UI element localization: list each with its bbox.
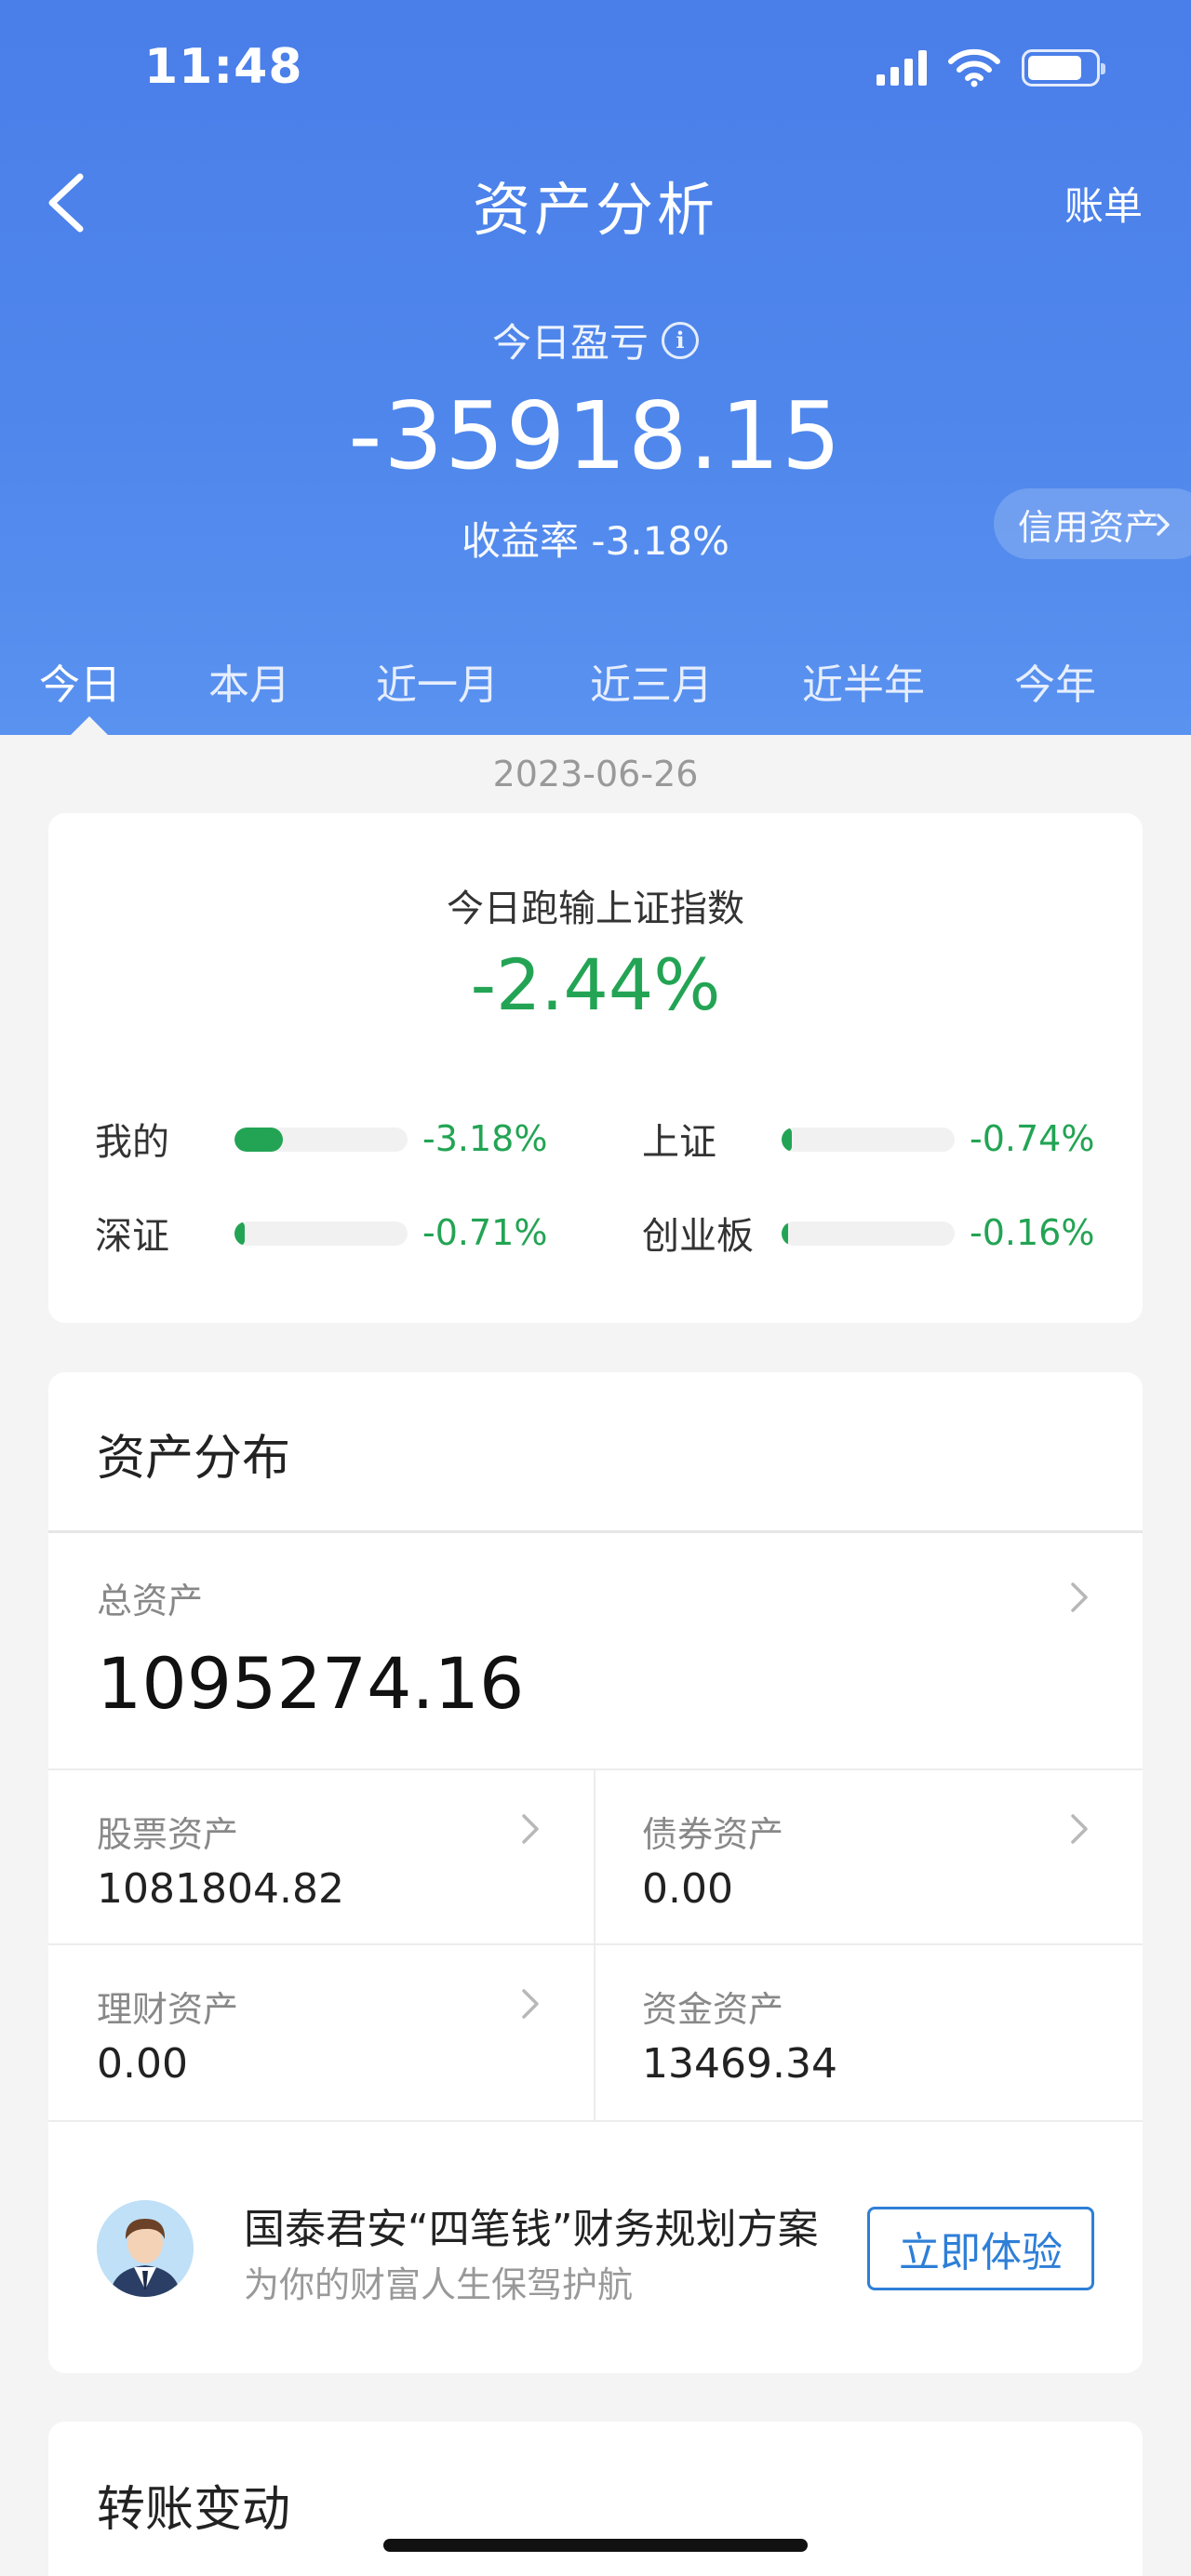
compare-bar xyxy=(782,1128,955,1152)
divider xyxy=(48,1768,1143,1770)
try-now-button[interactable]: 立即体验 xyxy=(867,2207,1094,2290)
compare-label: 上证 xyxy=(642,1121,716,1164)
divider xyxy=(48,2120,1143,2122)
divider xyxy=(594,1770,596,2122)
compare-row-shenzhen: 深证 -0.71% xyxy=(95,1209,597,1258)
period-tabs: 今日 本月 近一月 近三月 近半年 今年 xyxy=(0,642,1191,735)
benchmark-title: 今日跑输上证指数 xyxy=(447,888,744,930)
chevron-right-icon xyxy=(522,1814,539,1844)
tab-last-three-months[interactable]: 近三月 xyxy=(590,651,713,711)
bond-assets-label: 债券资产 xyxy=(642,1814,784,1855)
active-tab-indicator xyxy=(71,716,108,735)
yield-value: -3.18% xyxy=(591,518,729,564)
bill-button[interactable]: 账单 xyxy=(1064,175,1143,232)
bond-assets-value: 0.00 xyxy=(642,1865,733,1913)
header: 11:48 资产分析 账单 今日盈亏 i -35918.15 收益率 -3.18… xyxy=(0,0,1191,735)
section-title: 资产分布 xyxy=(97,1431,291,1487)
compare-label: 我的 xyxy=(95,1121,169,1164)
date-label: 2023-06-26 xyxy=(492,754,699,794)
cash-assets-label: 资金资产 xyxy=(642,1989,784,2030)
tab-last-half-year[interactable]: 近半年 xyxy=(802,651,925,711)
page-title: 资产分析 xyxy=(472,176,718,244)
compare-row-chinext: 创业板 -0.16% xyxy=(642,1209,1144,1258)
compare-bar xyxy=(782,1221,955,1246)
cellular-signal-icon xyxy=(877,50,927,86)
stock-assets-value: 1081804.82 xyxy=(97,1865,344,1913)
divider xyxy=(48,1530,1143,1533)
wealth-assets-value: 0.00 xyxy=(97,2040,188,2088)
compare-bar xyxy=(234,1128,408,1152)
asset-distribution-card: 资产分布 总资产 1095274.16 股票资产 1081804.82 债券资产… xyxy=(48,1372,1143,2373)
today-pl-label: 今日盈亏 xyxy=(491,320,649,366)
wifi-icon xyxy=(948,48,1000,87)
compare-value: -0.74% xyxy=(970,1118,1095,1159)
yield-label: 收益率 xyxy=(462,518,580,564)
total-assets-value: 1095274.16 xyxy=(97,1642,525,1725)
compare-value: -0.16% xyxy=(970,1212,1095,1253)
cash-assets-value: 13469.34 xyxy=(642,2040,837,2088)
tab-last-month[interactable]: 近一月 xyxy=(376,651,499,711)
benchmark-card: 今日跑输上证指数 -2.44% 我的 -3.18% 上证 -0.74% 深证 -… xyxy=(48,813,1143,1323)
chevron-right-icon xyxy=(522,1989,539,2019)
status-icons xyxy=(877,48,1105,87)
home-indicator xyxy=(383,2539,808,2552)
promo-subtitle: 为你的财富人生保驾护航 xyxy=(244,2264,634,2305)
credit-assets-label: 信用资产 xyxy=(1017,506,1159,548)
compare-row-mine: 我的 -3.18% xyxy=(95,1115,597,1164)
advisor-avatar xyxy=(97,2200,194,2297)
chevron-right-icon xyxy=(1157,514,1170,536)
stock-assets-label: 股票资产 xyxy=(97,1814,239,1855)
section-title: 转账变动 xyxy=(97,2482,291,2538)
compare-bar xyxy=(234,1221,408,1246)
credit-assets-button[interactable]: 信用资产 xyxy=(993,488,1191,559)
wealth-assets-label: 理财资产 xyxy=(97,1989,239,2030)
compare-value: -3.18% xyxy=(422,1118,548,1159)
avatar-person-icon xyxy=(97,2200,194,2297)
battery-icon xyxy=(1022,49,1105,87)
total-assets-label: 总资产 xyxy=(97,1581,204,1622)
compare-row-shanghai: 上证 -0.74% xyxy=(642,1115,1144,1164)
tab-this-month[interactable]: 本月 xyxy=(208,651,290,711)
benchmark-value: -2.44% xyxy=(470,943,721,1026)
promo-title: 国泰君安“四笔钱”财务规划方案 xyxy=(244,2206,819,2253)
chevron-right-icon xyxy=(1071,1814,1088,1844)
compare-label: 深证 xyxy=(95,1215,169,1258)
status-time: 11:48 xyxy=(144,39,303,95)
compare-value: -0.71% xyxy=(422,1212,548,1253)
tab-this-year[interactable]: 今年 xyxy=(1014,651,1096,711)
divider xyxy=(48,1943,1143,1945)
today-pl-label-row: 今日盈亏 i xyxy=(0,312,1191,368)
transfer-changes-card: 转账变动 xyxy=(48,2422,1143,2576)
tab-today[interactable]: 今日 xyxy=(39,651,121,711)
info-icon[interactable]: i xyxy=(662,321,699,359)
compare-label: 创业板 xyxy=(642,1215,754,1258)
today-pl-value: -35918.15 xyxy=(348,381,843,490)
chevron-right-icon xyxy=(1071,1582,1088,1612)
